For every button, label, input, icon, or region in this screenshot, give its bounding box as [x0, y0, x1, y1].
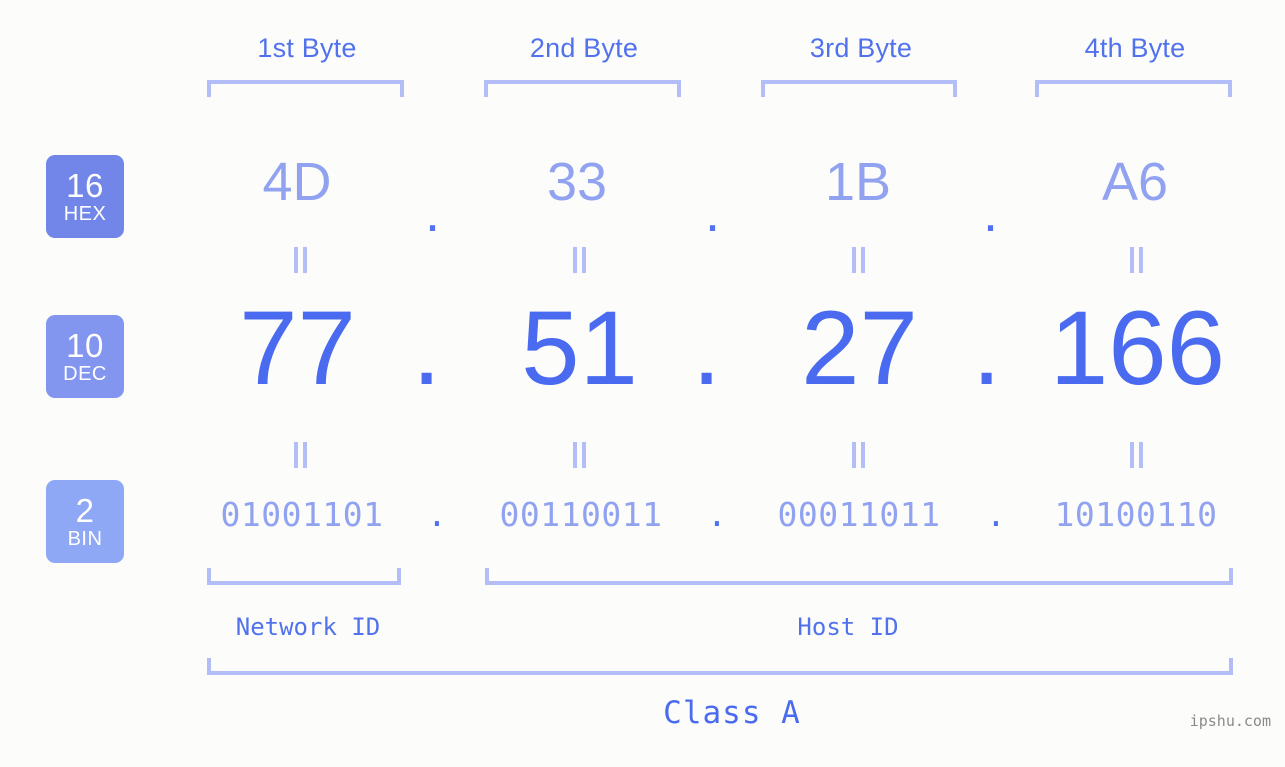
base-badge-bin-abbr: BIN: [67, 528, 103, 550]
hex-separator-1: .: [425, 183, 441, 243]
network-id-bracket: [207, 568, 401, 585]
equals-mark-dec-bin-4: [1128, 442, 1146, 468]
hex-value-byte-3: 1B: [824, 152, 892, 212]
equals-mark-dec-bin-3: [850, 442, 868, 468]
bin-value-byte-4: 10100110: [1054, 495, 1218, 534]
bin-separator-2: .: [707, 495, 727, 534]
bin-value-byte-2: 00110011: [499, 495, 663, 534]
hex-value-byte-4: A6: [1101, 152, 1169, 212]
hex-value-byte-1: 4D: [262, 152, 332, 212]
base-badge-hex: 16 HEX: [46, 155, 124, 238]
base-badge-hex-number: 16: [66, 167, 104, 204]
base-badge-dec-number: 10: [66, 327, 104, 364]
bin-separator-3: .: [986, 495, 1006, 534]
network-id-label: Network ID: [235, 613, 381, 641]
dec-value-byte-3: 27: [801, 290, 918, 407]
base-badge-hex-abbr: HEX: [63, 203, 107, 225]
bin-value-byte-3: 00011011: [777, 495, 941, 534]
dec-value-byte-4: 166: [1049, 290, 1226, 407]
byte-bracket-2: [484, 80, 681, 97]
dec-value-byte-1: 77: [239, 290, 356, 407]
dec-separator-3: .: [972, 290, 1002, 407]
equals-mark-hex-dec-1: [292, 247, 310, 273]
ip-address-breakdown-diagram: 1st Byte 2nd Byte 3rd Byte 4th Byte 16 H…: [0, 0, 1285, 767]
class-bracket: [207, 658, 1233, 675]
dec-separator-1: .: [412, 290, 442, 407]
dec-value-byte-2: 51: [521, 290, 638, 407]
hex-separator-2: .: [705, 183, 721, 243]
hex-separator-3: .: [983, 183, 999, 243]
base-badge-bin-number: 2: [75, 492, 95, 529]
bin-separator-1: .: [427, 495, 447, 534]
class-label: Class A: [663, 695, 801, 731]
equals-mark-dec-bin-2: [571, 442, 589, 468]
equals-mark-dec-bin-1: [292, 442, 310, 468]
byte-bracket-4: [1035, 80, 1232, 97]
base-badge-dec-abbr: DEC: [63, 363, 107, 385]
byte-header-1: 1st Byte: [257, 33, 357, 63]
equals-mark-hex-dec-2: [571, 247, 589, 273]
byte-header-4: 4th Byte: [1084, 33, 1186, 63]
byte-bracket-3: [761, 80, 957, 97]
byte-bracket-1: [207, 80, 404, 97]
byte-header-2: 2nd Byte: [529, 33, 639, 63]
watermark: ipshu.com: [1189, 712, 1271, 730]
base-badge-bin: 2 BIN: [46, 480, 124, 563]
byte-header-3: 3rd Byte: [809, 33, 913, 63]
host-id-label: Host ID: [797, 613, 899, 641]
equals-mark-hex-dec-4: [1128, 247, 1146, 273]
dec-separator-2: .: [692, 290, 722, 407]
base-badge-dec: 10 DEC: [46, 315, 124, 398]
bin-value-byte-1: 01001101: [220, 495, 384, 534]
equals-mark-hex-dec-3: [850, 247, 868, 273]
host-id-bracket: [485, 568, 1233, 585]
hex-value-byte-2: 33: [546, 152, 608, 212]
